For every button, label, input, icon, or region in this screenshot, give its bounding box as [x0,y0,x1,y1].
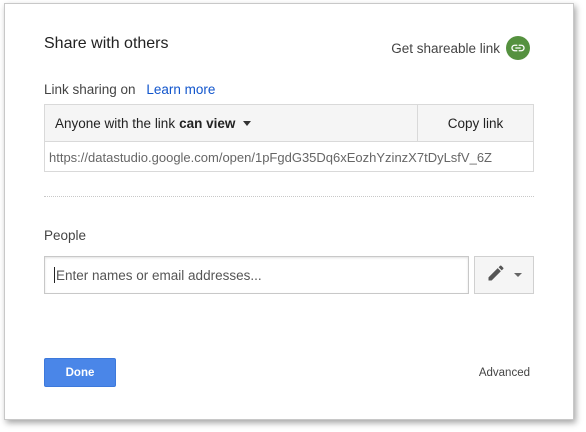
people-label: People [44,228,87,243]
get-shareable-link-label: Get shareable link [391,40,500,56]
get-shareable-link-button[interactable]: Get shareable link [391,36,530,60]
caret-down-icon [243,120,252,126]
section-divider [44,196,534,197]
link-access-dropdown[interactable]: Anyone with the link can view [45,105,417,141]
link-sharing-status-row: Link sharing on Learn more [44,82,215,97]
text-cursor [54,267,55,283]
share-dialog: Share with others Get shareable link Lin… [4,3,574,420]
link-sharing-status: Link sharing on [44,82,136,97]
people-input-placeholder: Enter names or email addresses... [56,267,262,283]
advanced-link[interactable]: Advanced [479,367,530,379]
link-icon[interactable] [506,36,530,60]
link-access-prefix: Anyone with the link [55,115,176,131]
copy-link-button[interactable]: Copy link [417,105,533,141]
share-url-field[interactable]: https://datastudio.google.com/open/1pFgd… [45,142,533,173]
learn-more-link[interactable]: Learn more [146,82,215,97]
done-button[interactable]: Done [44,358,116,387]
link-access-level: can view [179,115,236,131]
permission-dropdown-button[interactable] [474,256,534,294]
dialog-title: Share with others [44,35,169,52]
link-sharing-box: Anyone with the link can view Copy link … [44,104,534,172]
caret-down-icon [514,273,522,277]
link-sharing-controls: Anyone with the link can view Copy link [45,105,533,142]
pencil-icon [486,263,506,288]
people-input[interactable]: Enter names or email addresses... [44,256,469,294]
